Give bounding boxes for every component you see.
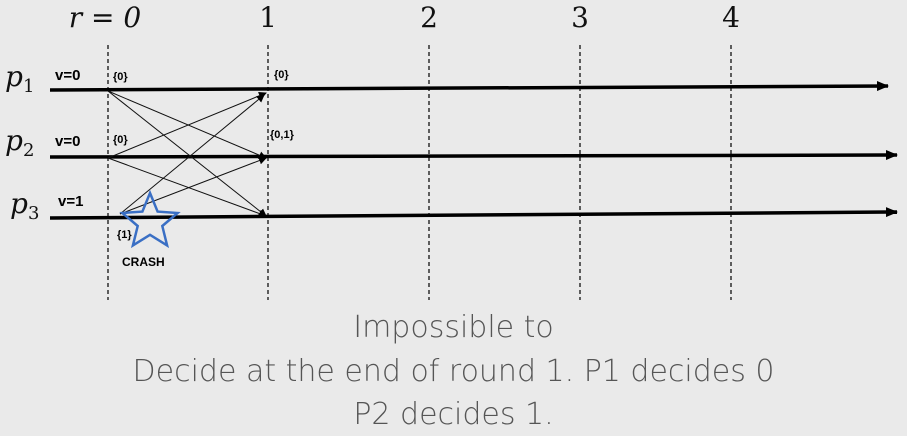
process-label-p3: p3: [10, 187, 39, 224]
set-start-p1: {0}: [113, 71, 128, 83]
caption-line-2: Decide at the end of round 1. P1 decides…: [132, 354, 775, 389]
round-label-0: r = 0: [69, 1, 141, 34]
message-p1-p3: [107, 90, 267, 217]
round-label-1: 1: [259, 1, 277, 34]
round-label-2: 2: [420, 1, 438, 34]
caption-line-3: P2 decides 1.: [353, 397, 554, 432]
set-round1-p1: {0}: [274, 69, 289, 81]
crash-label: CRASH: [122, 255, 165, 269]
round-label-4: 4: [722, 1, 740, 34]
svg-text:p1: p1: [5, 60, 34, 97]
process-label-p1: p1: [5, 60, 34, 97]
process-timeline-p1: [49, 81, 889, 92]
message-p3-p1: [119, 94, 265, 215]
initial-value-p2: v=0: [55, 133, 80, 150]
message-p3-p2: [119, 156, 267, 215]
initial-value-p3: v=1: [58, 193, 83, 210]
process-label-p2: p2: [5, 124, 34, 161]
timeline-diagram: r = 0 1 2 3 4 p1 p2 p3 v=0 v=0 v=1 {0} {…: [5, 1, 898, 300]
caption-line-1: Impossible to: [353, 310, 554, 345]
round-label-3: 3: [571, 1, 589, 34]
set-start-p3: {1}: [117, 229, 132, 241]
process-timeline-p2: [49, 150, 898, 161]
svg-text:p3: p3: [10, 187, 39, 224]
set-start-p2: {0}: [113, 134, 128, 146]
initial-value-p1: v=0: [55, 67, 80, 84]
set-round1-p2: {0,1}: [270, 129, 295, 141]
svg-text:p2: p2: [5, 124, 34, 161]
